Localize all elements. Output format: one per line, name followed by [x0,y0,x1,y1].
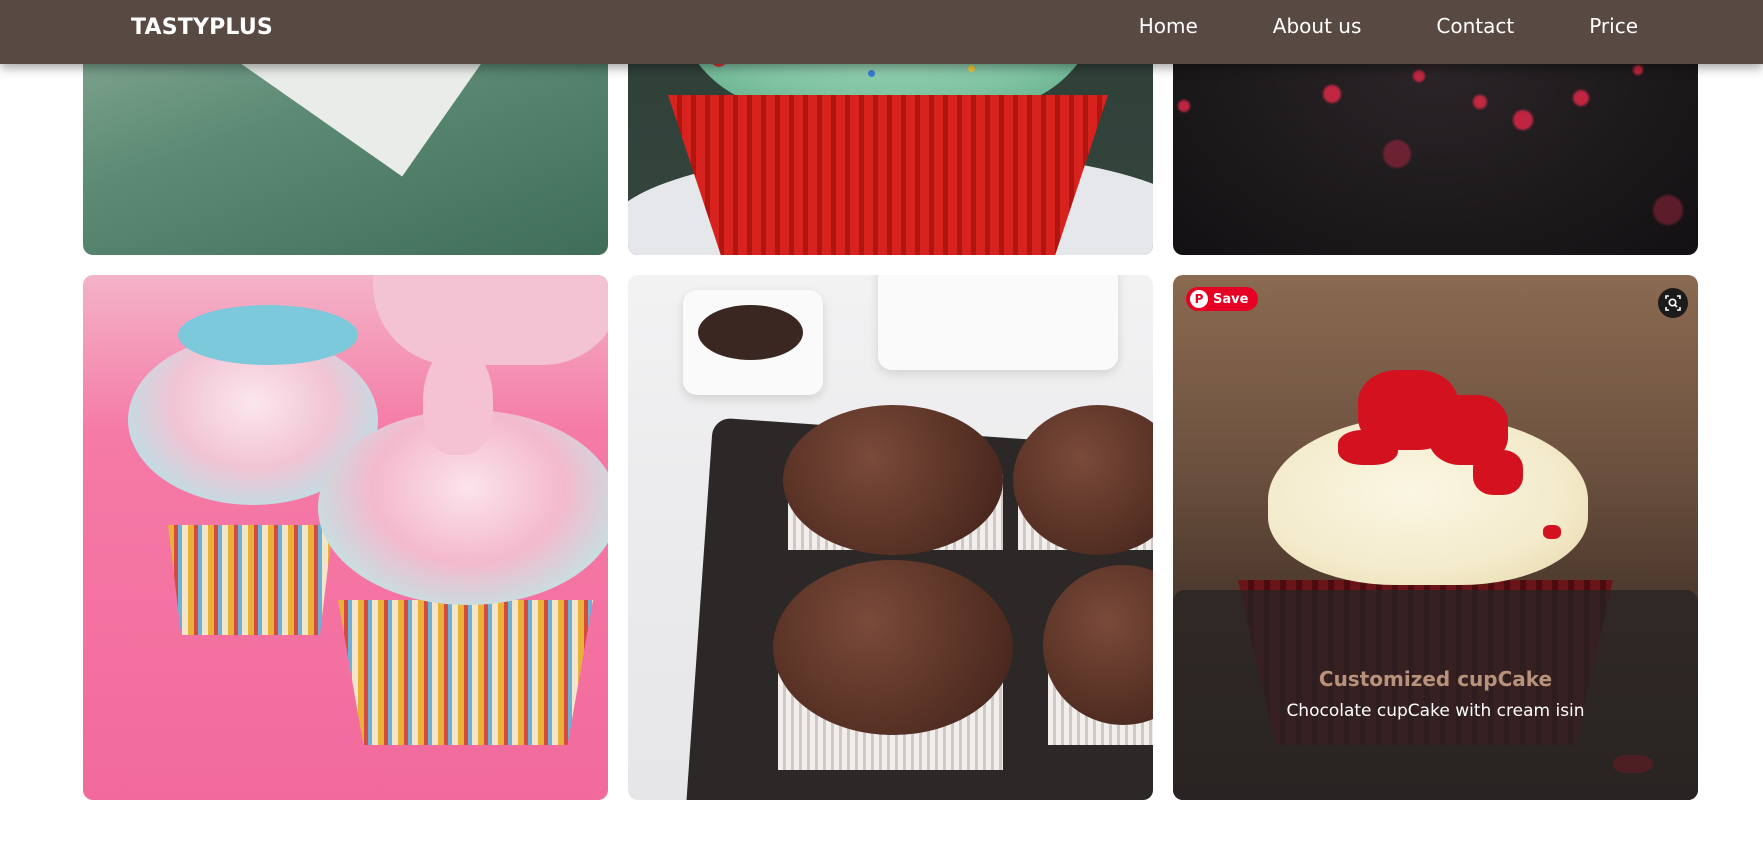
gallery-card-pink[interactable] [83,275,608,800]
gallery-card-red-velvet[interactable]: P Save Customized cupCake Chocolate cupC… [1173,275,1698,800]
bokeh-light [1473,95,1487,109]
bokeh-light [1513,110,1533,130]
nav-home-link[interactable]: Home [1139,14,1198,38]
red-crumb [1338,430,1398,465]
navbar: TASTYPLUS Home About us Contact Price [0,0,1763,64]
pink-bowl-image [373,275,608,365]
red-crumb [1473,450,1523,495]
gallery-card-muffins[interactable] [628,275,1153,800]
red-liner-image [668,95,1108,255]
card-title: Customized cupCake [1318,667,1553,691]
white-bowl-image [878,275,1118,370]
muffin-image [783,405,1003,555]
bokeh-light [1413,70,1425,82]
bokeh-light [1323,85,1341,103]
nav-price-link[interactable]: Price [1589,14,1638,38]
frosting-top-image [178,305,358,365]
frosting-peak-image [423,345,493,455]
bokeh-light [1633,65,1643,75]
page: TASTYPLUS Home About us Contact Price P … [0,0,1763,852]
visual-search-button[interactable] [1658,288,1688,318]
card-info-overlay: Customized cupCake Chocolate cupCake wit… [1173,590,1698,800]
bokeh-light [1573,90,1589,106]
bokeh-light [1653,195,1683,225]
pinterest-save-button[interactable]: P Save [1186,287,1259,311]
save-label: Save [1213,291,1249,307]
cupcake-wrapper-image [338,600,593,745]
muffin-image [773,560,1013,735]
red-crumb [1543,525,1561,539]
bokeh-light [1178,100,1190,112]
sprinkle-dot [868,70,875,77]
brand-logo[interactable]: TASTYPLUS [131,15,273,40]
cupcake-wrapper-image [168,525,333,635]
sprinkle-dot [968,65,975,72]
bokeh-light [1383,140,1411,168]
nav-contact-link[interactable]: Contact [1436,14,1514,38]
pinterest-logo-icon: P [1190,290,1208,308]
visual-search-icon [1665,295,1681,311]
nav-links: Home About us Contact Price [1064,14,1638,38]
card-description: Chocolate cupCake with cream isin [1286,701,1585,721]
chocolate-chips-image [698,305,803,360]
nav-about-link[interactable]: About us [1273,14,1362,38]
